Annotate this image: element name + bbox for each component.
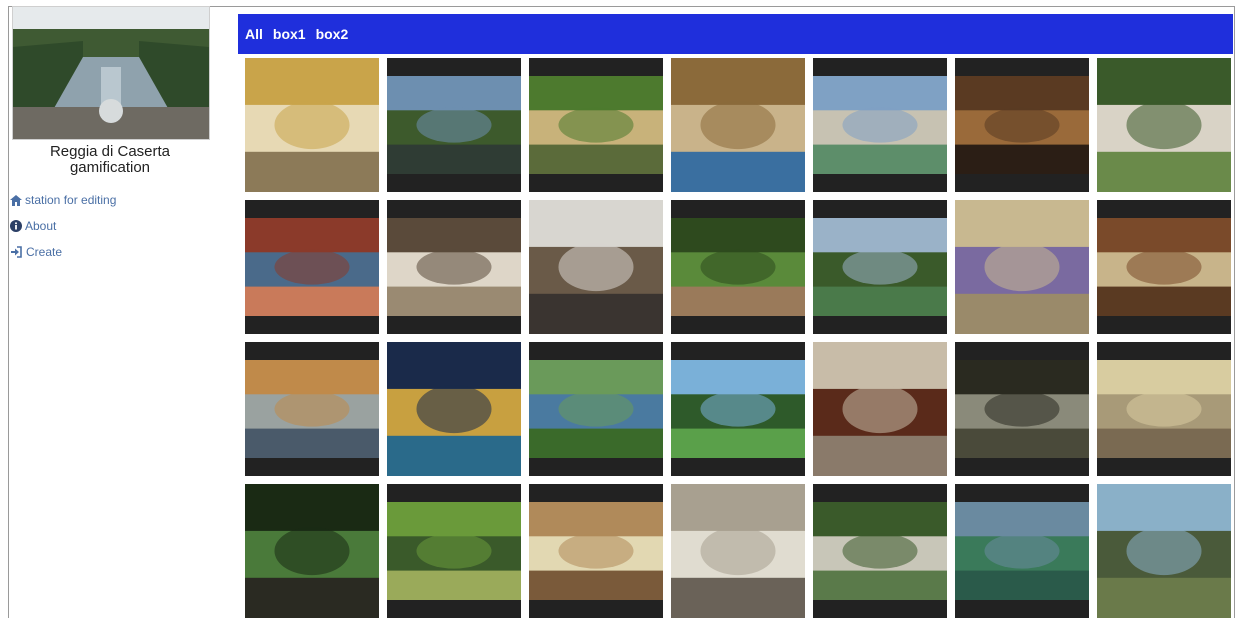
gallery-thumbnail[interactable] [245, 200, 379, 334]
tab-box1[interactable]: box1 [273, 26, 306, 42]
home-icon [10, 194, 22, 206]
login-icon [11, 246, 22, 258]
gallery-thumbnail[interactable] [955, 58, 1089, 192]
gallery-thumbnail[interactable] [671, 342, 805, 476]
filter-tabbar: All box1 box2 [238, 14, 1233, 54]
gallery-thumbnail[interactable] [529, 58, 663, 192]
sidebar-nav: station for editing About Create [10, 187, 116, 265]
gallery-thumbnail[interactable] [245, 58, 379, 192]
gallery-thumbnail[interactable] [245, 484, 379, 618]
nav-station-for-editing[interactable]: station for editing [10, 187, 116, 213]
gallery-thumbnail[interactable] [1097, 58, 1231, 192]
hero-photo [12, 6, 210, 140]
gallery-thumbnail[interactable] [387, 58, 521, 192]
gallery-thumbnail[interactable] [671, 484, 805, 618]
gallery-thumbnail[interactable] [955, 484, 1089, 618]
gallery-thumbnail[interactable] [1097, 342, 1231, 476]
gallery-thumbnail[interactable] [671, 200, 805, 334]
gallery-thumbnail[interactable] [813, 484, 947, 618]
gallery-thumbnail[interactable] [813, 200, 947, 334]
gallery-thumbnail[interactable] [529, 200, 663, 334]
nav-about[interactable]: About [10, 213, 116, 239]
gallery-thumbnail[interactable] [529, 484, 663, 618]
nav-label: station for editing [25, 193, 117, 207]
gallery-thumbnail[interactable] [671, 58, 805, 192]
nav-create[interactable]: Create [10, 239, 116, 265]
gallery-thumbnail[interactable] [1097, 200, 1231, 334]
gallery-thumbnail[interactable] [813, 342, 947, 476]
site-title: Reggia di Caserta gamification [12, 144, 208, 176]
gallery-thumbnail[interactable] [813, 58, 947, 192]
site-title-text: Reggia di Caserta gamification [49, 143, 171, 176]
gallery-thumbnail[interactable] [955, 342, 1089, 476]
gallery-thumbnail[interactable] [245, 342, 379, 476]
gallery-thumbnail[interactable] [387, 342, 521, 476]
info-icon [10, 220, 22, 232]
gallery-thumbnail[interactable] [955, 200, 1089, 334]
tab-all[interactable]: All [245, 26, 263, 42]
gallery-thumbnail[interactable] [387, 484, 521, 618]
nav-label: Create [26, 245, 63, 259]
gallery-thumbnail[interactable] [1097, 484, 1231, 618]
gallery-thumbnail[interactable] [387, 200, 521, 334]
gallery-thumbnail[interactable] [529, 342, 663, 476]
nav-label: About [25, 219, 57, 233]
tab-box2[interactable]: box2 [316, 26, 349, 42]
